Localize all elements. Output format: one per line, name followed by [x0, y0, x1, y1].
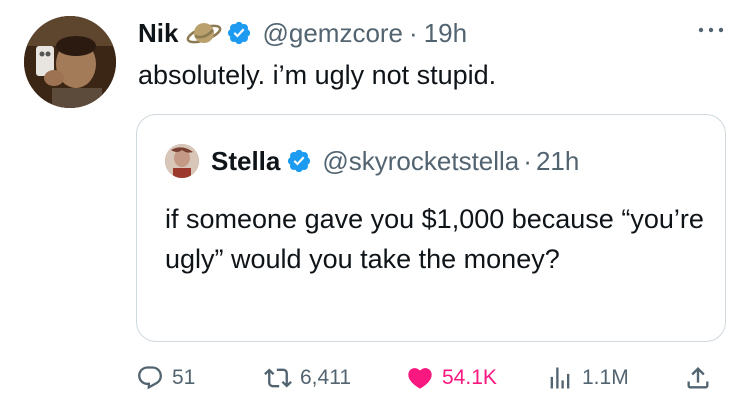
heart-icon: [408, 368, 432, 389]
like-count: 54.1K: [442, 366, 497, 389]
tweet-timestamp[interactable]: 19h: [424, 18, 467, 49]
retweet-count: 6,411: [300, 366, 351, 389]
author-avatar[interactable]: [24, 16, 116, 108]
tweet-header: Nik @gemzcore · 19h: [138, 14, 467, 52]
views-button[interactable]: 1.1M: [546, 362, 629, 394]
quote-verified-badge-icon[interactable]: [286, 148, 312, 174]
views-icon: [550, 367, 570, 389]
quote-header: Stella @skyrocketstella · 21h: [165, 143, 579, 179]
retweet-icon: [264, 368, 292, 388]
reply-icon: [138, 366, 162, 390]
tweet-actions-bar: 51 6,411 54.1K 1.1M: [136, 362, 726, 394]
quote-author-handle[interactable]: @skyrocketstella: [322, 146, 519, 177]
quote-text: if someone gave you $1,000 because “you’…: [165, 204, 704, 274]
verified-badge-icon[interactable]: [226, 20, 252, 46]
like-button[interactable]: 54.1K: [406, 362, 497, 394]
ringed-planet-emoji-icon: [186, 17, 222, 49]
more-dots-icon[interactable]: [696, 22, 726, 38]
reply-count: 51: [172, 366, 196, 389]
quote-header-separator: ·: [523, 145, 532, 176]
share-icon: [687, 367, 709, 389]
tweet-text: absolutely. i’m ugly not stupid.: [138, 60, 497, 90]
views-count: 1.1M: [582, 366, 629, 389]
share-button[interactable]: [684, 362, 720, 394]
retweet-button[interactable]: 6,411: [264, 362, 351, 394]
reply-button[interactable]: 51: [136, 362, 195, 394]
quote-author-avatar[interactable]: [165, 144, 199, 178]
quote-timestamp[interactable]: 21h: [536, 146, 579, 177]
author-display-name[interactable]: Nik: [138, 18, 178, 49]
header-separator: ·: [409, 17, 418, 48]
quote-author-display-name[interactable]: Stella: [211, 146, 280, 177]
quoted-tweet-card[interactable]: Stella @skyrocketstella · 21h if someone…: [136, 114, 726, 342]
author-handle[interactable]: @gemzcore: [262, 18, 403, 49]
